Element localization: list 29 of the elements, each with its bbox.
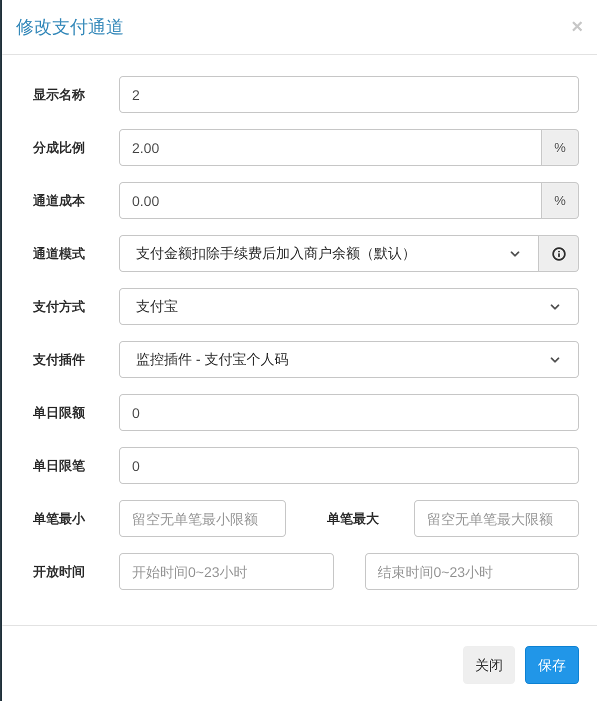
text-field[interactable]: 0 (119, 447, 579, 484)
text-field[interactable]: 0.00 (119, 182, 542, 219)
text-field[interactable]: 0 (119, 394, 579, 431)
text-field[interactable]: 2.00 (119, 129, 542, 166)
text-field[interactable]: 留空无单笔最小限额 (119, 500, 286, 537)
text-field[interactable]: 留空无单笔最大限额 (414, 500, 579, 537)
field-label: 支付插件 (33, 350, 85, 369)
field-label: 开放时间 (33, 562, 85, 581)
select-dropdown[interactable]: 监控插件 - 支付宝个人码 (119, 341, 579, 378)
info-icon (552, 246, 566, 260)
field-label: 单日限额 (33, 404, 85, 422)
select-dropdown[interactable]: 支付宝 (119, 288, 579, 325)
text-field[interactable]: 2 (119, 76, 579, 113)
field-label: 单笔最大 (327, 510, 379, 528)
text-field[interactable]: 结束时间0~23小时 (364, 553, 579, 590)
field-label: 分成比例 (33, 138, 85, 157)
field-label: 单笔最小 (33, 510, 85, 528)
dialog-title: 修改支付通道 (16, 16, 124, 38)
field-label: 通道成本 (33, 192, 85, 210)
field-label: 单日限笔 (33, 456, 85, 475)
close-dialog-button[interactable]: 关闭 (463, 646, 515, 684)
info-button[interactable] (539, 235, 579, 272)
field-label: 通道模式 (33, 244, 85, 263)
select-dropdown[interactable]: 支付金额扣除手续费后加入商户余额（默认） (119, 235, 539, 272)
unit-addon: % (542, 129, 579, 166)
unit-addon: % (542, 182, 579, 219)
field-label: 显示名称 (33, 86, 85, 104)
field-label: 支付方式 (33, 298, 85, 316)
text-field[interactable]: 开始时间0~23小时 (119, 553, 334, 590)
